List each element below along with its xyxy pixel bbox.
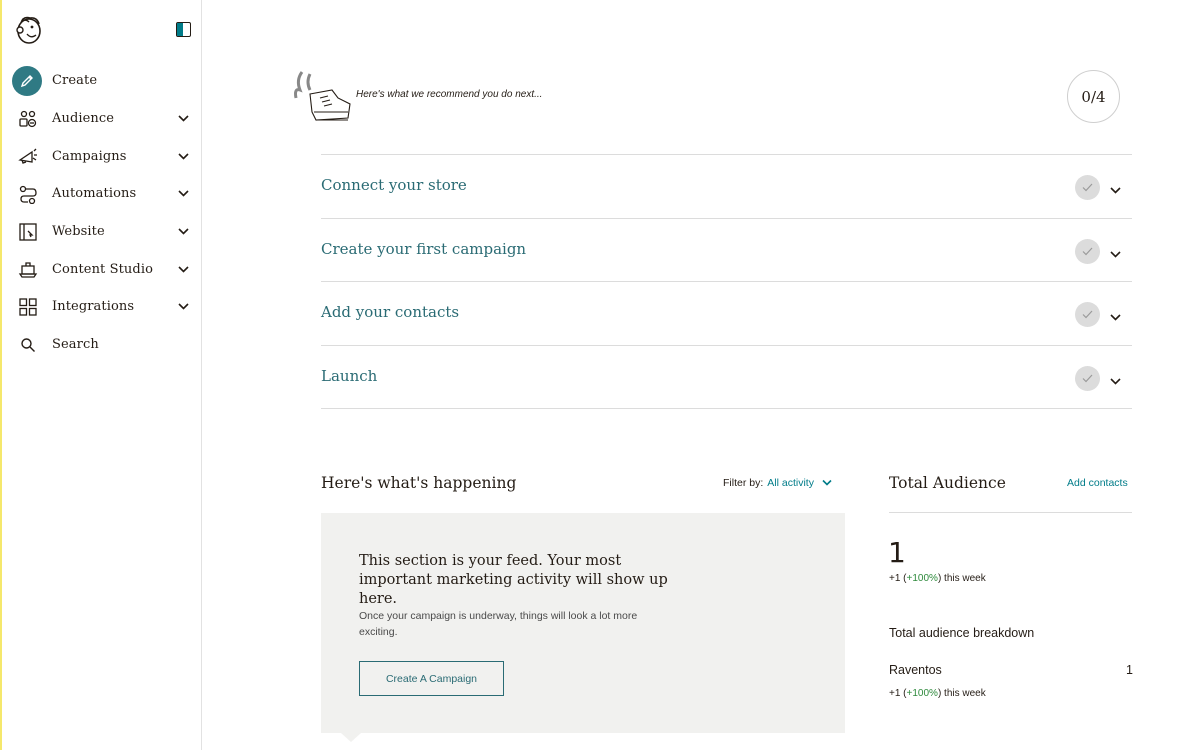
change-suffix: ) this week — [937, 573, 986, 584]
sidebar: Create Audience Campaigns Automations We… — [0, 0, 202, 750]
chevron-down-icon[interactable] — [1110, 181, 1122, 194]
chevron-down-icon[interactable] — [177, 150, 189, 162]
feed-subtext: Once your campaign is underway, things w… — [359, 610, 638, 638]
step-add-contacts[interactable]: Add your contacts — [321, 282, 1132, 346]
search-icon — [16, 333, 40, 357]
audience-name[interactable]: Raventos — [889, 663, 942, 677]
sidebar-item-label: Create — [52, 73, 98, 89]
feed-title: Here's what's happening — [321, 474, 517, 492]
sidebar-item-audience[interactable]: Audience — [2, 100, 201, 138]
megaphone-icon — [16, 144, 40, 168]
sidebar-item-label: Website — [52, 224, 105, 240]
step-label: Add your contacts — [321, 303, 460, 322]
sidebar-item-label: Content Studio — [52, 261, 154, 277]
audience-name-count: 1 — [1126, 663, 1133, 677]
sidebar-item-create[interactable]: Create — [2, 62, 201, 100]
onboarding-steps: Connect your store Create your first cam… — [321, 154, 1132, 410]
breakdown-change: +1 (+100%) this week — [889, 688, 986, 699]
feed-panel: This section is your feed. Your most imp… — [321, 513, 845, 733]
sidebar-item-website[interactable]: Website — [2, 213, 201, 251]
audience-change: +1 (+100%) this week — [889, 573, 986, 584]
step-label: Launch — [321, 366, 378, 385]
step-create-campaign[interactable]: Create your first campaign — [321, 219, 1132, 283]
check-icon — [1075, 302, 1100, 328]
breakdown-title: Total audience breakdown — [889, 626, 1035, 640]
chevron-down-icon[interactable] — [177, 263, 189, 275]
filter-label: Filter by: — [723, 477, 764, 489]
audience-icon — [16, 107, 40, 131]
check-icon — [1075, 365, 1100, 391]
create-campaign-button[interactable]: Create A Campaign — [359, 661, 504, 696]
feed-pointer — [341, 733, 361, 742]
chevron-down-icon[interactable] — [177, 226, 189, 238]
sidebar-item-search[interactable]: Search — [2, 326, 201, 364]
content-studio-icon — [16, 257, 40, 281]
change-prefix: +1 ( — [889, 688, 907, 699]
sidebar-item-campaigns[interactable]: Campaigns — [2, 137, 201, 175]
step-launch[interactable]: Launch — [321, 346, 1132, 410]
chevron-down-icon[interactable] — [822, 478, 832, 488]
chevron-down-icon[interactable] — [177, 113, 189, 125]
step-label: Connect your store — [321, 176, 467, 194]
progress-counter: 0/4 — [1067, 70, 1120, 123]
check-icon — [1075, 238, 1100, 264]
collapse-sidebar-button[interactable] — [176, 22, 191, 37]
chevron-down-icon[interactable] — [1110, 308, 1122, 321]
grid-icon — [16, 295, 40, 319]
automation-icon — [16, 182, 40, 206]
change-suffix: ) this week — [937, 688, 986, 699]
pencil-icon — [12, 65, 42, 96]
change-prefix: +1 ( — [889, 573, 907, 584]
sidebar-nav: Create Audience Campaigns Automations We… — [2, 62, 201, 364]
sidebar-item-automations[interactable]: Automations — [2, 175, 201, 213]
sidebar-item-label: Automations — [52, 186, 137, 202]
recommend-text: Here's what we recommend you do next... — [356, 89, 543, 100]
shoe-illustration-icon — [292, 68, 352, 124]
change-percent: +100% — [906, 688, 938, 699]
chevron-down-icon[interactable] — [1110, 372, 1122, 385]
chevron-down-icon[interactable] — [177, 188, 189, 200]
step-label: Create your first campaign — [321, 239, 527, 258]
audience-title: Total Audience — [889, 474, 1006, 492]
divider — [889, 512, 1132, 513]
step-connect-store[interactable]: Connect your store — [321, 155, 1132, 219]
activity-filter[interactable]: Filter by: All activity — [723, 477, 832, 489]
sidebar-item-label: Integrations — [52, 299, 135, 315]
feed-heading: This section is your feed. Your most imp… — [359, 553, 668, 607]
chevron-down-icon[interactable] — [1110, 245, 1122, 258]
sidebar-item-integrations[interactable]: Integrations — [2, 288, 201, 326]
check-icon — [1075, 175, 1100, 200]
filter-dropdown[interactable]: All activity — [767, 477, 814, 489]
sidebar-item-label: Campaigns — [52, 148, 127, 164]
audience-count: 1 — [888, 536, 906, 569]
change-percent: +100% — [906, 573, 938, 584]
mailchimp-logo-icon[interactable] — [12, 13, 44, 45]
sidebar-item-label: Audience — [52, 111, 115, 127]
website-icon — [16, 220, 40, 244]
add-contacts-link[interactable]: Add contacts — [1067, 477, 1128, 489]
sidebar-item-label: Search — [52, 337, 99, 353]
chevron-down-icon[interactable] — [177, 301, 189, 313]
sidebar-item-content-studio[interactable]: Content Studio — [2, 250, 201, 288]
